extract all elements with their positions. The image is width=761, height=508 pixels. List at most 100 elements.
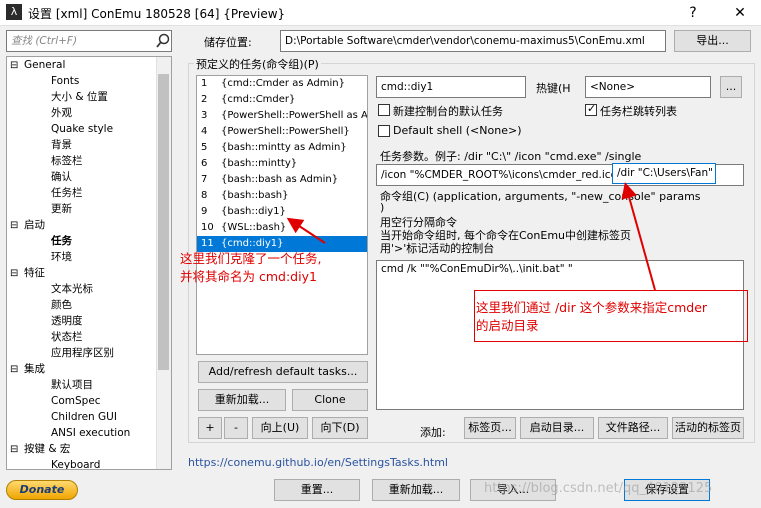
add-refresh-default-tasks-button[interactable]: Add/refresh default tasks... — [198, 361, 368, 383]
help-button[interactable]: ? — [683, 3, 703, 23]
tree-item[interactable]: ⊟ General — [7, 57, 171, 73]
task-number: 1 — [201, 78, 208, 89]
search-icon[interactable] — [155, 33, 171, 49]
task-list-item[interactable]: 1 {cmd::Cmder as Admin} — [197, 76, 367, 92]
tree-item[interactable]: 更新 — [7, 201, 171, 217]
task-name: {WSL::bash} — [221, 222, 287, 233]
tasks-group-label: 预定义的任务(命令组)(P) — [194, 56, 321, 72]
tree-item[interactable]: ⊟ 特征 — [7, 265, 171, 281]
hotkey-more-button[interactable]: ... — [720, 76, 742, 98]
donate-button[interactable]: Donate — [6, 480, 78, 500]
params-icon-part: /icon "%CMDER_ROOT%\icons\cmder_red.ico" — [381, 169, 622, 181]
task-name: {PowerShell::PowerShell} — [221, 126, 350, 137]
tree-item[interactable]: Keyboard — [7, 457, 171, 469]
tree-item[interactable]: 标签栏 — [7, 153, 171, 169]
tree-item[interactable]: 应用程序区别 — [7, 345, 171, 361]
default-shell-checkbox[interactable] — [378, 125, 390, 137]
tree-item-label: 特征 — [24, 267, 45, 279]
tree-item[interactable]: 颜色 — [7, 297, 171, 313]
settings-tree[interactable]: ⊟ General Fonts 大小 & 位置 外观 Quake style 背景 标签栏 确认… — [6, 56, 172, 470]
reset-button[interactable]: 重置... — [274, 479, 360, 501]
tree-item[interactable]: 大小 & 位置 — [7, 89, 171, 105]
task-list-item[interactable]: 10 {WSL::bash} — [197, 220, 367, 236]
tree-item-label: 背景 — [51, 139, 72, 151]
tree-scrollbar-thumb[interactable] — [158, 74, 169, 370]
watermark: https://blog.csdn.net/qq_40123125 — [484, 481, 713, 496]
tree-item[interactable]: 任务栏 — [7, 185, 171, 201]
command-group-label: 命令组(C) (application, arguments, "-new_co… — [380, 190, 701, 203]
tree-item-label: 确认 — [51, 171, 72, 183]
active-tab-button[interactable]: 活动的标签页 — [672, 417, 744, 439]
default-shell-label: Default shell (<None>) — [393, 124, 522, 137]
help-link[interactable]: https://conemu.github.io/en/SettingsTask… — [188, 456, 448, 469]
tree-expander-icon[interactable]: ⊟ — [10, 58, 22, 74]
hotkey-field[interactable]: <None> — [585, 76, 711, 98]
file-path-button[interactable]: 文件路径... — [598, 417, 668, 439]
task-name-field[interactable]: cmd::diy1 — [376, 76, 526, 98]
task-name: {cmd::Cmder} — [221, 94, 296, 105]
tree-item[interactable]: 状态栏 — [7, 329, 171, 345]
task-list-item[interactable]: 2 {cmd::Cmder} — [197, 92, 367, 108]
command-hint-3: 用'>'标记活动的控制台 — [380, 242, 495, 255]
add-label: 添加: — [420, 426, 446, 439]
tree-item[interactable]: ANSI execution — [7, 425, 171, 441]
tree-item-label: 标签栏 — [51, 155, 83, 167]
new-console-default-checkbox[interactable] — [378, 104, 390, 116]
task-name: {cmd::diy1} — [221, 238, 284, 249]
task-list-item[interactable]: 9 {bash::diy1} — [197, 204, 367, 220]
tree-item[interactable]: Quake style — [7, 121, 171, 137]
task-list-item[interactable]: 7 {bash::bash as Admin} — [197, 172, 367, 188]
move-down-button[interactable]: 向下(D) — [312, 417, 368, 439]
task-list-item[interactable]: 3 {PowerShell::PowerShell as Ac — [197, 108, 367, 124]
task-list-item[interactable]: 8 {bash::bash} — [197, 188, 367, 204]
annotation-left-line2: 并将其命名为 cmd:diy1 — [180, 269, 317, 284]
tree-expander-icon[interactable]: ⊟ — [10, 266, 22, 282]
tree-item[interactable]: 背景 — [7, 137, 171, 153]
tree-item-label: General — [24, 59, 66, 71]
storage-path-field[interactable]: D:\Portable Software\cmder\vendor\conemu… — [280, 30, 666, 52]
conemu-app-icon: λ — [6, 4, 22, 20]
task-params-label: 任务参数。例子: /dir "C:\" /icon "cmd.exe" /sin… — [380, 150, 642, 163]
taskbar-jump-checkbox[interactable] — [585, 102, 597, 116]
tabs-button[interactable]: 标签页... — [464, 417, 516, 439]
tree-item[interactable]: 任务 — [7, 233, 171, 249]
tree-item-label: 透明度 — [51, 315, 83, 327]
tree-item[interactable]: Children GUI — [7, 409, 171, 425]
reload-tasks-button[interactable]: 重新加载... — [198, 389, 286, 411]
search-input[interactable]: 查找 (Ctrl+F) — [6, 30, 172, 52]
tree-item[interactable]: 确认 — [7, 169, 171, 185]
task-list-item[interactable]: 6 {bash::mintty} — [197, 156, 367, 172]
tree-item-label: 按键 & 宏 — [24, 443, 71, 455]
move-up-button[interactable]: 向上(U) — [252, 417, 308, 439]
params-dir-part[interactable]: /dir "C:\Users\Fan" — [612, 163, 716, 184]
tree-item[interactable]: Fonts — [7, 73, 171, 89]
tree-item[interactable]: ⊟ 启动 — [7, 217, 171, 233]
export-button[interactable]: 导出... — [674, 30, 751, 52]
tree-expander-icon[interactable]: ⊟ — [10, 442, 22, 458]
tree-item[interactable]: 外观 — [7, 105, 171, 121]
task-list-item[interactable]: 5 {bash::mintty as Admin} — [197, 140, 367, 156]
annotation-left-line1: 这里我们克隆了一个任务, — [180, 251, 322, 266]
tree-expander-icon[interactable]: ⊟ — [10, 362, 22, 378]
add-task-button[interactable]: + — [198, 417, 222, 439]
tree-item[interactable]: ⊟ 按键 & 宏 — [7, 441, 171, 457]
tree-item[interactable]: 透明度 — [7, 313, 171, 329]
tree-item[interactable]: 环境 — [7, 249, 171, 265]
startup-dir-button[interactable]: 启动目录... — [520, 417, 594, 439]
tree-item-label: 颜色 — [51, 299, 72, 311]
tree-item-label: 默认项目 — [51, 379, 93, 391]
task-list[interactable]: 1 {cmd::Cmder as Admin} 2 {cmd::Cmder} 3 {Pow… — [196, 75, 368, 355]
reload-settings-button[interactable]: 重新加载... — [372, 479, 460, 501]
tree-expander-icon[interactable]: ⊟ — [10, 218, 22, 234]
task-list-item[interactable]: 4 {PowerShell::PowerShell} — [197, 124, 367, 140]
clone-task-button[interactable]: Clone — [292, 389, 368, 411]
remove-task-button[interactable]: - — [224, 417, 248, 439]
tree-item-label: Fonts — [51, 75, 80, 87]
tree-item[interactable]: 默认项目 — [7, 377, 171, 393]
close-button[interactable]: ✕ — [730, 3, 750, 23]
task-number: 9 — [201, 206, 208, 217]
tree-item[interactable]: ComSpec — [7, 393, 171, 409]
tree-item[interactable]: 文本光标 — [7, 281, 171, 297]
tree-item[interactable]: ⊟ 集成 — [7, 361, 171, 377]
task-name: {bash::mintty as Admin} — [221, 142, 347, 153]
